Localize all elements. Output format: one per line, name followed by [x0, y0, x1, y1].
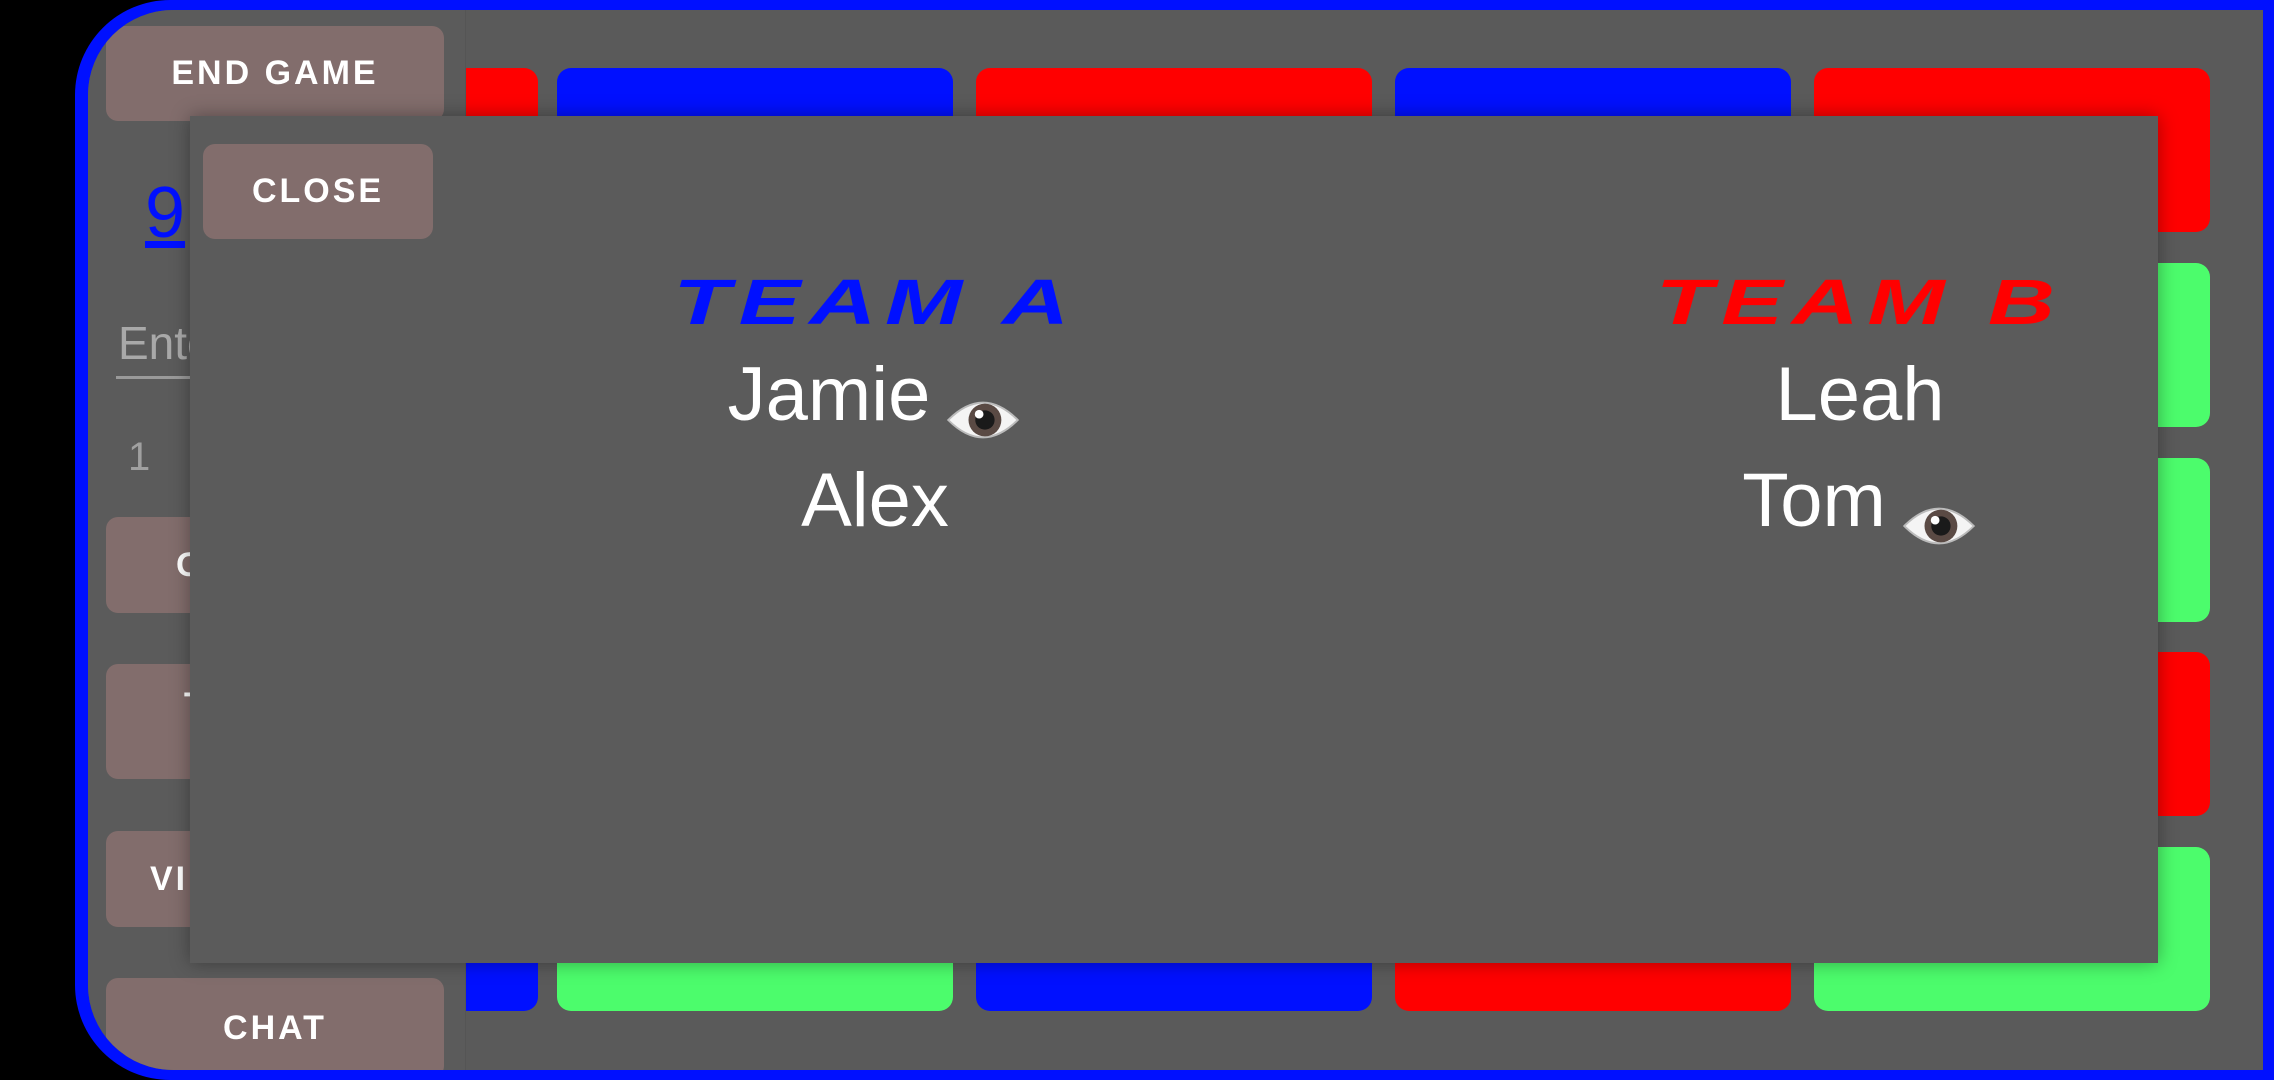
team-b-player: Leah — [1775, 352, 1945, 437]
eye-icon — [1900, 477, 1978, 545]
eye-icon — [944, 371, 1022, 439]
chat-button[interactable]: CHAT — [106, 978, 444, 1070]
team-a-title: TEAM A — [672, 266, 1078, 338]
clue-count[interactable]: 1 — [128, 435, 150, 480]
team-b-panel: TEAM B Leah Tom — [1510, 266, 2210, 554]
teams-modal: CLOSE TEAM A Jamie Alex TEAM B Leah Tom — [190, 116, 2158, 963]
game-code-link[interactable]: 9 — [145, 172, 185, 254]
team-a-player: Jamie — [525, 342, 1225, 448]
close-button[interactable]: CLOSE — [203, 144, 433, 239]
end-game-button[interactable]: END GAME — [106, 26, 444, 121]
team-b-title: TEAM B — [1656, 266, 2064, 338]
team-a-panel: TEAM A Jamie Alex — [525, 266, 1225, 554]
team-a-player: Alex — [801, 458, 949, 543]
team-b-player: Tom — [1510, 448, 2210, 554]
game-screen: END GAME 9 1 G T VI CHAT CLOSE TEAM A Ja… — [88, 10, 2263, 1070]
